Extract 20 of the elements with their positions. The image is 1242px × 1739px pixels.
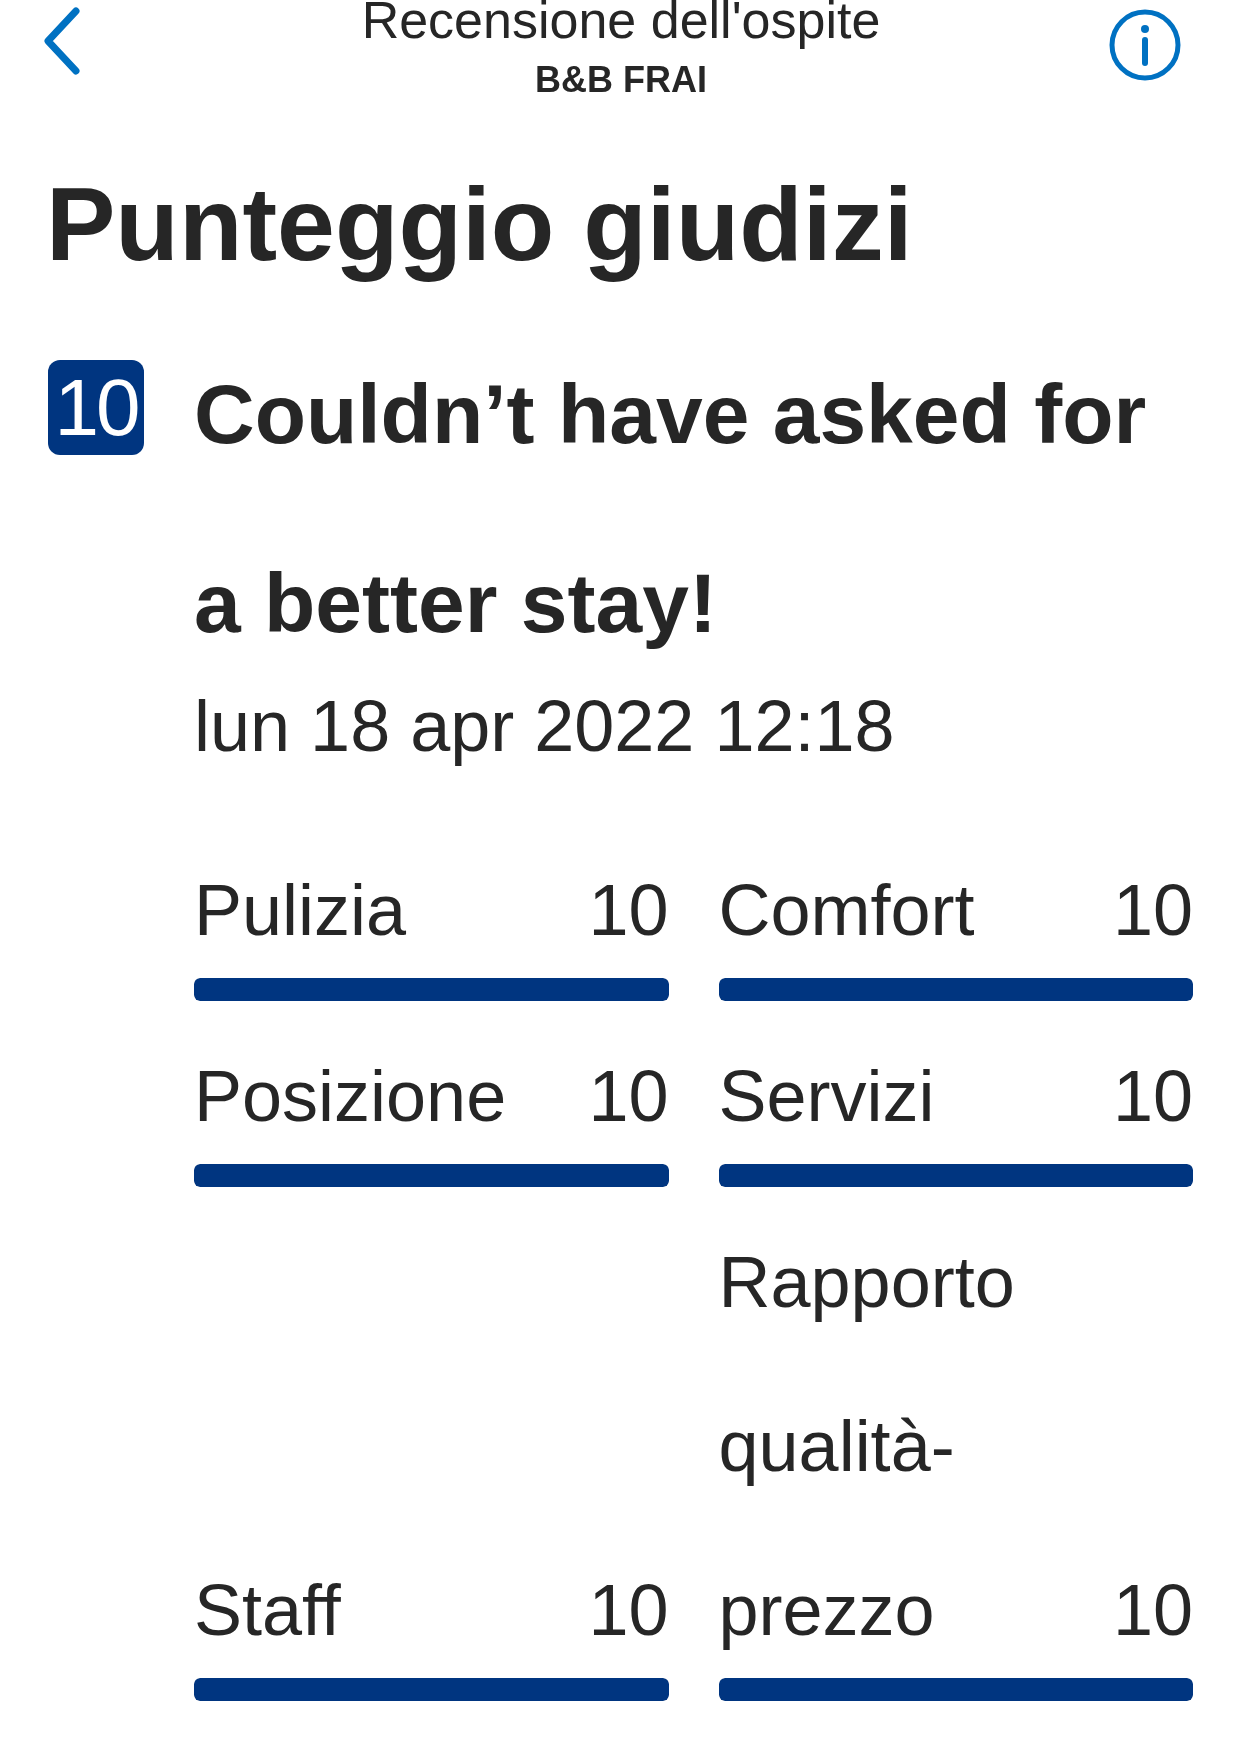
window-subtitle: B&B FRAI: [535, 60, 707, 100]
rating-label: Rapporto qualità-prezzo: [718, 1241, 1016, 1652]
rating-score: 10: [1112, 1055, 1193, 1138]
rating-score: 10: [588, 869, 669, 952]
rating-label: Staff: [194, 1569, 341, 1652]
back-button[interactable]: [42, 6, 82, 76]
rating-score: 10: [1112, 1569, 1193, 1652]
info-icon: [1109, 9, 1181, 81]
rating-label: Pulizia: [194, 869, 407, 952]
review-headline: Couldn’t have asked for a better stay!: [194, 366, 1148, 652]
section-title: Punteggio giudizi: [46, 165, 913, 284]
rating-score: 10: [588, 1055, 669, 1138]
rating-score: 10: [1112, 869, 1193, 952]
rating-label: Posizione: [194, 1055, 507, 1138]
score-badge: 10: [48, 360, 144, 455]
rating-score: 10: [588, 1569, 669, 1652]
info-button[interactable]: [1109, 9, 1181, 81]
rating-label: Comfort: [718, 869, 975, 952]
rating-label: Servizi: [718, 1055, 935, 1138]
back-chevron-icon: [42, 6, 82, 76]
